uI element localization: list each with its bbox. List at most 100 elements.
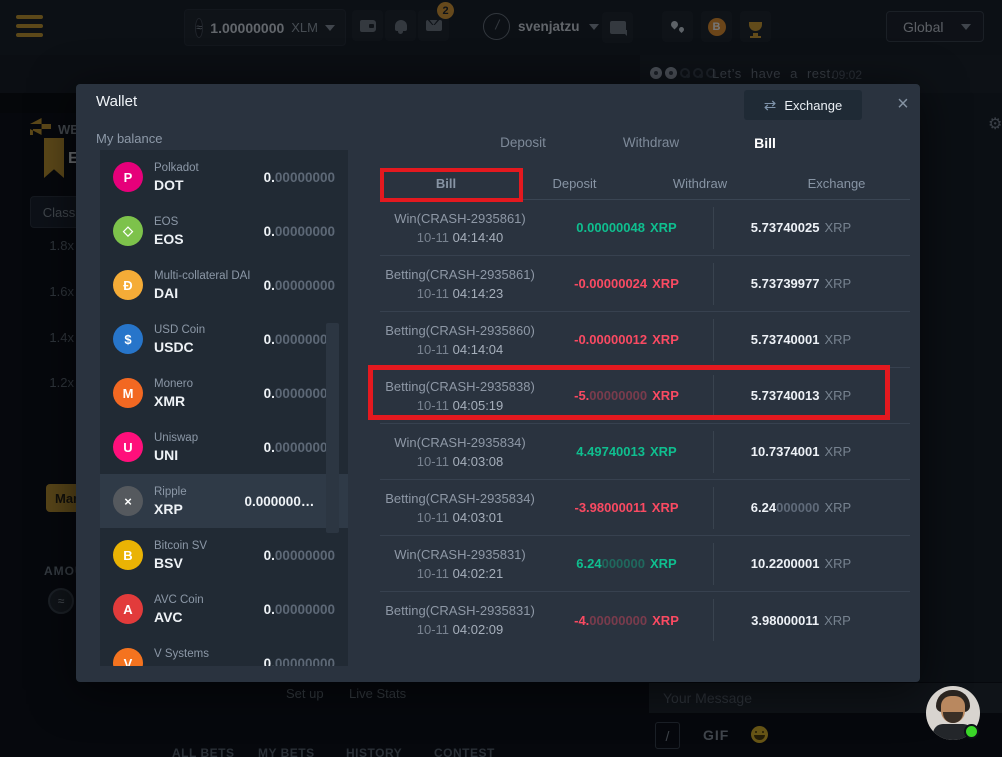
coin-balance: 0.00000000 bbox=[264, 386, 335, 401]
header-bill: Bill bbox=[380, 176, 512, 191]
tab-withdraw[interactable]: Withdraw bbox=[623, 135, 679, 150]
transaction-balance: 10.7374001XRP bbox=[714, 444, 910, 459]
coin-icon: Ð bbox=[113, 270, 143, 300]
coin-name: USD Coin bbox=[154, 324, 205, 336]
coin-name: EOS bbox=[154, 216, 184, 228]
coin-ticker: UNI bbox=[154, 447, 198, 463]
coin-ticker: AVC bbox=[154, 609, 204, 625]
transaction-time: 10-11 04:05:19 bbox=[380, 398, 540, 413]
transaction-balance: 10.2200001XRP bbox=[714, 556, 910, 571]
wallet-modal: Wallet ⇄ Exchange × My balance Deposit W… bbox=[76, 84, 920, 682]
transaction-description: Betting(CRASH-2935834) bbox=[380, 491, 540, 506]
coin-list-item[interactable]: U Uniswap UNI 0.00000000 › bbox=[100, 420, 348, 474]
coin-list-item[interactable]: B Bitcoin SV BSV 0.00000000 › bbox=[100, 528, 348, 582]
coin-icon: V bbox=[113, 648, 143, 666]
header-withdraw: Withdraw bbox=[637, 176, 763, 191]
transaction-balance: 5.73740025XRP bbox=[714, 220, 910, 235]
coin-ticker: DOT bbox=[154, 177, 199, 193]
coin-name: V Systems bbox=[154, 648, 209, 660]
transaction-time: 10-11 04:14:40 bbox=[380, 230, 540, 245]
header-exchange: Exchange bbox=[763, 176, 910, 191]
coin-list-item[interactable]: $ USD Coin USDC 0.00000000 › bbox=[100, 312, 348, 366]
transaction-amount: 6.24000000XRP bbox=[540, 556, 713, 571]
coin-balance: 0.00000000 bbox=[264, 278, 335, 293]
tab-deposit[interactable]: Deposit bbox=[500, 135, 546, 150]
transaction-description: Betting(CRASH-2935831) bbox=[380, 603, 540, 618]
coin-list-item[interactable]: P Polkadot DOT 0.00000000 › bbox=[100, 150, 348, 204]
coin-icon: × bbox=[113, 486, 143, 516]
coin-list-item[interactable]: A AVC Coin AVC 0.00000000 › bbox=[100, 582, 348, 636]
coin-balance: 0.00000000 bbox=[264, 332, 335, 347]
coin-name: Bitcoin SV bbox=[154, 540, 207, 552]
close-icon[interactable]: × bbox=[888, 89, 918, 119]
transaction-description: Win(CRASH-2935861) bbox=[380, 211, 540, 226]
transaction-balance: 3.98000011XRP bbox=[714, 613, 910, 628]
transaction-row: Betting(CRASH-2935831) 10-11 04:02:09 -4… bbox=[380, 592, 910, 648]
coin-list-item[interactable]: V V Systems VSYS 0.00000000 › bbox=[100, 636, 348, 666]
coin-icon: P bbox=[113, 162, 143, 192]
transaction-balance: 5.73740013XRP bbox=[714, 388, 910, 403]
bill-table: Bill Deposit Withdraw Exchange Win(CRASH… bbox=[380, 167, 910, 648]
exchange-label: Exchange bbox=[784, 98, 842, 113]
transaction-time: 10-11 04:02:21 bbox=[380, 566, 540, 581]
exchange-button[interactable]: ⇄ Exchange bbox=[744, 90, 862, 120]
coin-list: P Polkadot DOT 0.00000000 › ◇ EOS EOS 0.… bbox=[100, 150, 348, 666]
coin-list-item[interactable]: × Ripple XRP 0.000000… › bbox=[100, 474, 348, 528]
bill-table-header: Bill Deposit Withdraw Exchange bbox=[380, 167, 910, 200]
transaction-time: 10-11 04:14:23 bbox=[380, 286, 540, 301]
coin-balance: 0.00000000 bbox=[264, 224, 335, 239]
transaction-time: 10-11 04:03:08 bbox=[380, 454, 540, 469]
coin-list-item[interactable]: ◇ EOS EOS 0.00000000 › bbox=[100, 204, 348, 258]
transaction-description: Betting(CRASH-2935860) bbox=[380, 323, 540, 338]
transaction-description: Win(CRASH-2935834) bbox=[380, 435, 540, 450]
coin-icon: $ bbox=[113, 324, 143, 354]
coin-list-item[interactable]: Ð Multi-collateral DAI DAI 0.00000000 › bbox=[100, 258, 348, 312]
coin-ticker: EOS bbox=[154, 231, 184, 247]
transaction-row: Betting(CRASH-2935860) 10-11 04:14:04 -0… bbox=[380, 312, 910, 368]
coin-name: Ripple bbox=[154, 486, 187, 498]
transaction-amount: 4.49740013XRP bbox=[540, 444, 713, 459]
transaction-row: Win(CRASH-2935834) 10-11 04:03:08 4.4974… bbox=[380, 424, 910, 480]
coin-ticker: VSYS bbox=[154, 663, 209, 667]
transaction-balance: 5.73739977XRP bbox=[714, 276, 910, 291]
coin-ticker: XRP bbox=[154, 501, 187, 517]
coin-balance: 0.00000000 bbox=[264, 602, 335, 617]
transaction-amount: -0.00000012XRP bbox=[540, 332, 713, 347]
coin-ticker: USDC bbox=[154, 339, 205, 355]
transaction-description: Betting(CRASH-2935861) bbox=[380, 267, 540, 282]
my-balance-label: My balance bbox=[96, 131, 162, 146]
coin-balance: 0.00000000 bbox=[264, 656, 335, 667]
coin-icon: U bbox=[113, 432, 143, 462]
transaction-time: 10-11 04:02:09 bbox=[380, 622, 540, 637]
tab-bill[interactable]: Bill bbox=[754, 135, 776, 151]
coin-balance: 0.00000000 bbox=[264, 170, 335, 185]
coin-ticker: XMR bbox=[154, 393, 193, 409]
modal-title: Wallet bbox=[96, 93, 137, 110]
transaction-amount: -3.98000011XRP bbox=[540, 500, 713, 515]
coin-ticker: DAI bbox=[154, 285, 251, 301]
coin-balance: 0.00000000 bbox=[264, 548, 335, 563]
coin-list-scrollbar[interactable] bbox=[326, 323, 339, 533]
transaction-amount: -4.00000000XRP bbox=[540, 613, 713, 628]
transaction-row: Win(CRASH-2935861) 10-11 04:14:40 0.0000… bbox=[380, 200, 910, 256]
coin-ticker: BSV bbox=[154, 555, 207, 571]
transaction-amount: -0.00000024XRP bbox=[540, 276, 713, 291]
transaction-row: Win(CRASH-2935831) 10-11 04:02:21 6.2400… bbox=[380, 536, 910, 592]
transaction-time: 10-11 04:14:04 bbox=[380, 342, 540, 357]
transaction-balance: 5.73740001XRP bbox=[714, 332, 910, 347]
coin-name: AVC Coin bbox=[154, 594, 204, 606]
transaction-row: Betting(CRASH-2935838) 10-11 04:05:19 -5… bbox=[380, 368, 910, 424]
transaction-description: Betting(CRASH-2935838) bbox=[380, 379, 540, 394]
bill-table-body: Win(CRASH-2935861) 10-11 04:14:40 0.0000… bbox=[380, 200, 910, 648]
coin-list-item[interactable]: M Monero XMR 0.00000000 › bbox=[100, 366, 348, 420]
screen: ≈ 1.00000000 XLM 2 svenjatzu B Global WE… bbox=[0, 0, 1002, 757]
exchange-arrows-icon: ⇄ bbox=[764, 96, 777, 114]
coin-balance: 0.000000… bbox=[245, 494, 315, 509]
header-deposit: Deposit bbox=[512, 176, 637, 191]
coin-icon: M bbox=[113, 378, 143, 408]
coin-name: Uniswap bbox=[154, 432, 198, 444]
transaction-row: Betting(CRASH-2935834) 10-11 04:03:01 -3… bbox=[380, 480, 910, 536]
transaction-description: Win(CRASH-2935831) bbox=[380, 547, 540, 562]
coin-icon: ◇ bbox=[113, 216, 143, 246]
transaction-amount: 0.00000048XRP bbox=[540, 220, 713, 235]
